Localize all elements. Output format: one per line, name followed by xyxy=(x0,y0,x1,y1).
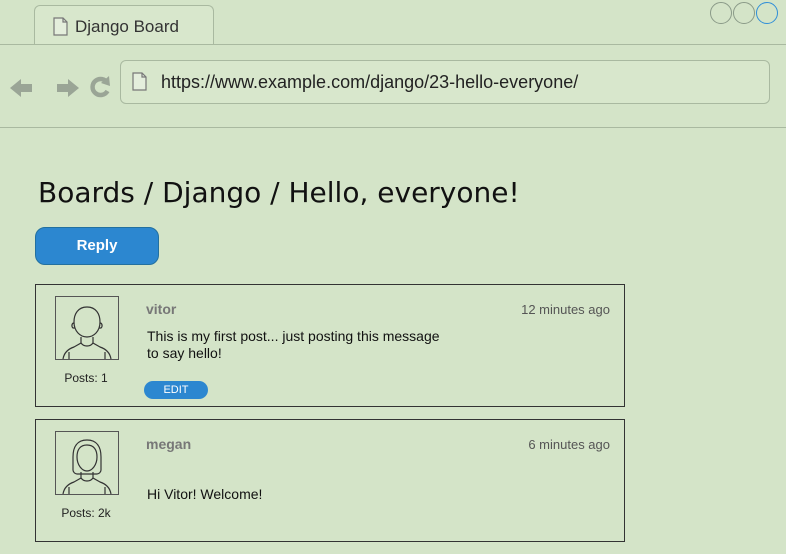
window-close-button[interactable] xyxy=(756,2,778,24)
browser-tab-bar: Django Board xyxy=(0,0,786,44)
user-female-icon xyxy=(55,431,119,495)
browser-toolbar: https://www.example.com/django/23-hello-… xyxy=(0,44,786,128)
browser-tab[interactable]: Django Board xyxy=(34,5,214,44)
post-author[interactable]: vitor xyxy=(146,301,176,317)
post-count: Posts: 2k xyxy=(61,506,111,520)
breadcrumb: Boards / Django / Hello, everyone! xyxy=(38,176,520,209)
address-url: https://www.example.com/django/23-hello-… xyxy=(161,72,579,92)
post-card: Posts: 1 vitor 12 minutes ago This is my… xyxy=(35,284,625,407)
edit-button[interactable]: EDIT xyxy=(144,381,208,399)
document-icon xyxy=(53,17,68,41)
post-author[interactable]: megan xyxy=(146,436,191,452)
user-male-icon xyxy=(55,296,119,360)
window-maximize-button[interactable] xyxy=(733,2,755,24)
address-bar[interactable]: https://www.example.com/django/23-hello-… xyxy=(120,60,770,104)
post-message: This is my first post... just posting th… xyxy=(147,328,440,361)
post-timestamp: 12 minutes ago xyxy=(521,302,610,317)
page-content: Boards / Django / Hello, everyone! Reply… xyxy=(0,128,786,554)
post-timestamp: 6 minutes ago xyxy=(528,437,610,452)
arrow-right-icon[interactable] xyxy=(55,78,79,103)
post-card: Posts: 2k megan 6 minutes ago Hi Vitor! … xyxy=(35,419,625,542)
tab-title: Django Board xyxy=(75,17,179,36)
reply-button[interactable]: Reply xyxy=(35,227,159,265)
document-icon xyxy=(132,72,147,96)
window-minimize-button[interactable] xyxy=(710,2,732,24)
arrow-left-icon[interactable] xyxy=(10,78,34,103)
reload-icon[interactable] xyxy=(89,75,113,104)
post-count: Posts: 1 xyxy=(64,371,108,385)
post-message: Hi Vitor! Welcome! xyxy=(147,486,263,502)
window-controls xyxy=(710,2,778,24)
